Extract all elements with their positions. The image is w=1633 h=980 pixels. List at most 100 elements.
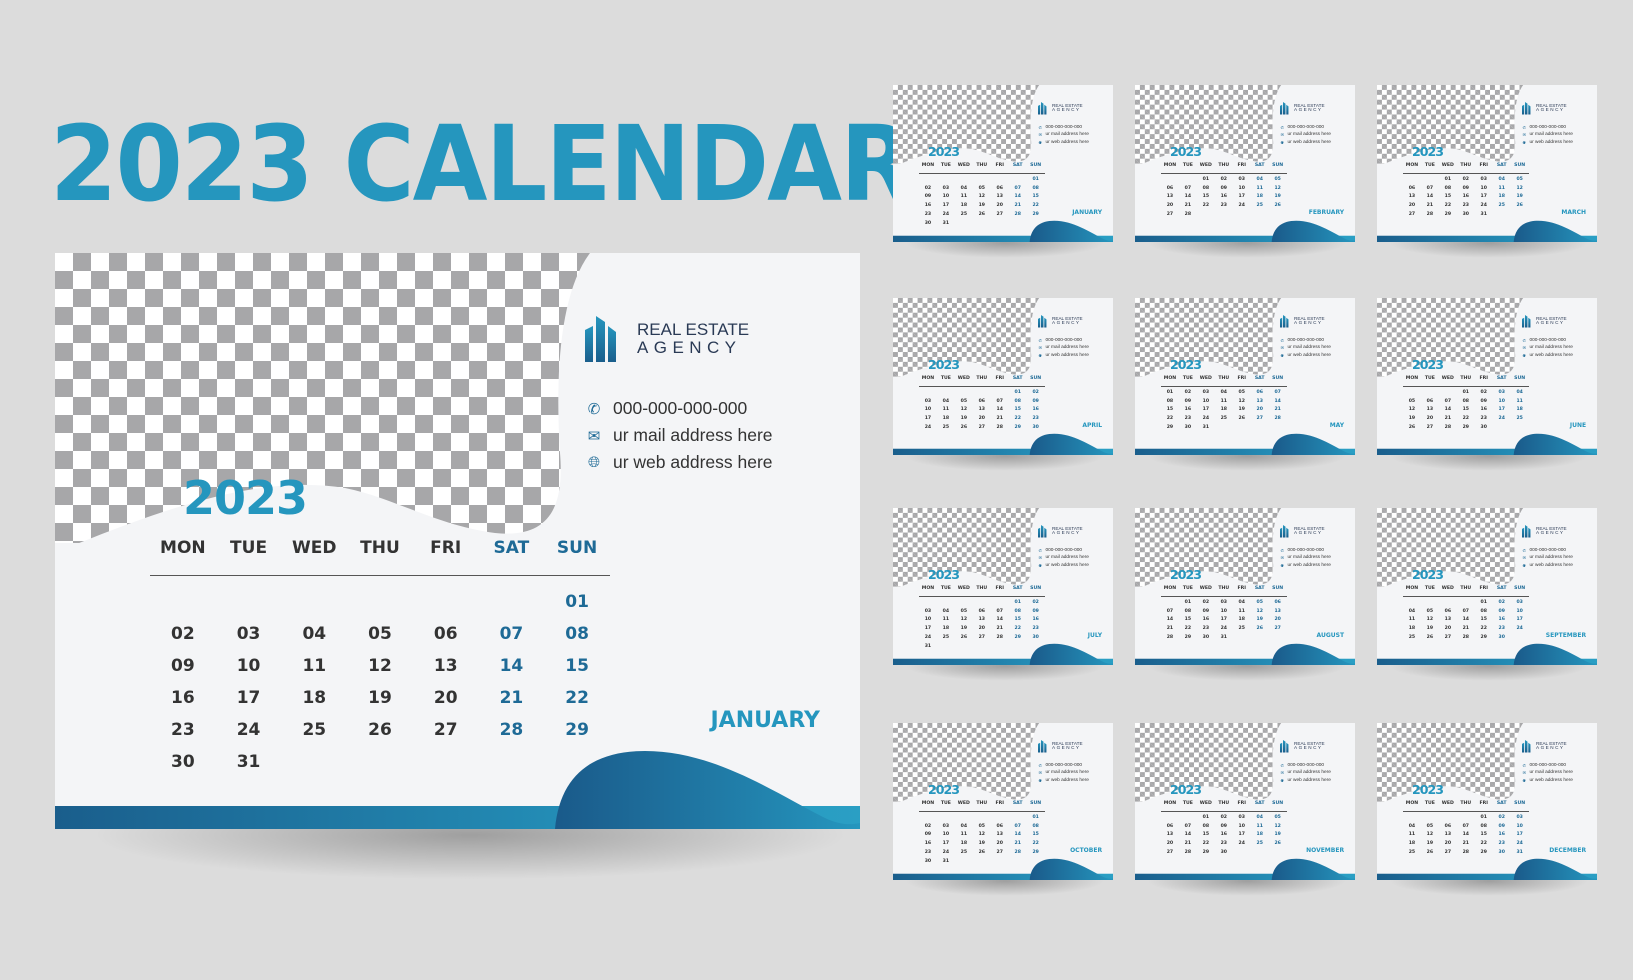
day-cell[interactable]: 08 <box>1027 823 1045 832</box>
day-cell[interactable]: 02 <box>1027 389 1045 398</box>
day-cell[interactable]: 19 <box>955 625 973 634</box>
day-cell[interactable]: 29 <box>1439 211 1457 220</box>
day-cell[interactable]: 15 <box>1027 831 1045 840</box>
day-cell[interactable]: 07 <box>1439 398 1457 407</box>
day-cell[interactable]: 15 <box>1475 831 1493 840</box>
day-cell[interactable]: 03 <box>1197 389 1215 398</box>
day-cell[interactable]: 19 <box>973 202 991 211</box>
day-cell[interactable]: 02 <box>1027 599 1045 608</box>
day-cell[interactable]: 27 <box>991 211 1009 220</box>
day-cell[interactable]: 27 <box>1403 211 1421 220</box>
day-cell[interactable]: 12 <box>1269 823 1287 832</box>
day-cell[interactable]: 03 <box>1475 176 1493 185</box>
day-cell[interactable]: 25 <box>937 634 955 643</box>
day-cell[interactable]: 02 <box>1179 389 1197 398</box>
day-cell[interactable]: 11 <box>1251 185 1269 194</box>
day-cell[interactable]: 11 <box>937 406 955 415</box>
day-cell[interactable]: 16 <box>1493 831 1511 840</box>
day-cell[interactable]: 25 <box>281 714 347 746</box>
day-cell[interactable]: 19 <box>1251 616 1269 625</box>
day-cell[interactable]: 12 <box>1403 406 1421 415</box>
day-cell[interactable]: 11 <box>1233 608 1251 617</box>
day-cell[interactable]: 14 <box>1009 831 1027 840</box>
day-cell[interactable]: 22 <box>1009 415 1027 424</box>
day-cell[interactable]: 29 <box>1027 211 1045 220</box>
day-cell[interactable]: 04 <box>1403 608 1421 617</box>
day-cell[interactable]: 11 <box>1215 398 1233 407</box>
day-cell[interactable]: 20 <box>991 840 1009 849</box>
day-cell[interactable]: 29 <box>544 714 610 746</box>
day-cell[interactable]: 09 <box>150 650 216 682</box>
day-cell[interactable]: 14 <box>1179 831 1197 840</box>
mini-calendar-may[interactable]: REAL ESTATE AGENCY ✆ 000-000-000-000 ✉ ur mai… <box>1135 298 1355 455</box>
day-cell[interactable]: 06 <box>413 618 479 650</box>
day-cell[interactable]: 05 <box>973 823 991 832</box>
day-cell[interactable]: 10 <box>1215 608 1233 617</box>
day-cell[interactable]: 25 <box>1511 415 1529 424</box>
day-cell[interactable]: 20 <box>1251 406 1269 415</box>
day-cell[interactable]: 24 <box>1233 202 1251 211</box>
day-cell[interactable]: 03 <box>937 823 955 832</box>
day-cell[interactable]: 20 <box>1421 415 1439 424</box>
day-cell[interactable]: 04 <box>937 398 955 407</box>
day-cell[interactable]: 18 <box>1511 406 1529 415</box>
day-cell[interactable]: 10 <box>216 650 282 682</box>
day-cell[interactable]: 21 <box>1009 202 1027 211</box>
day-cell[interactable]: 10 <box>1511 823 1529 832</box>
day-cell[interactable]: 12 <box>955 406 973 415</box>
day-cell[interactable]: 03 <box>1215 599 1233 608</box>
day-cell[interactable]: 29 <box>1475 849 1493 858</box>
day-cell[interactable]: 15 <box>1475 616 1493 625</box>
day-cell[interactable]: 25 <box>1403 849 1421 858</box>
day-cell[interactable]: 05 <box>1251 599 1269 608</box>
day-cell[interactable]: 02 <box>1215 176 1233 185</box>
day-cell[interactable]: 30 <box>919 858 937 867</box>
day-cell[interactable]: 20 <box>1439 625 1457 634</box>
day-cell[interactable]: 13 <box>1439 616 1457 625</box>
day-cell[interactable]: 24 <box>1511 840 1529 849</box>
day-cell[interactable]: 10 <box>937 831 955 840</box>
day-cell[interactable]: 25 <box>955 211 973 220</box>
day-cell[interactable]: 05 <box>955 398 973 407</box>
day-cell[interactable]: 27 <box>1269 625 1287 634</box>
day-cell[interactable]: 01 <box>1197 176 1215 185</box>
day-cell[interactable]: 04 <box>1403 823 1421 832</box>
day-cell[interactable]: 16 <box>1027 616 1045 625</box>
day-cell[interactable]: 13 <box>991 193 1009 202</box>
day-cell[interactable]: 16 <box>919 840 937 849</box>
day-cell[interactable]: 06 <box>1439 608 1457 617</box>
day-cell[interactable]: 16 <box>1457 193 1475 202</box>
day-cell[interactable]: 30 <box>919 220 937 229</box>
day-cell[interactable]: 18 <box>1403 625 1421 634</box>
day-cell[interactable]: 02 <box>1457 176 1475 185</box>
day-cell[interactable]: 08 <box>1009 608 1027 617</box>
day-cell[interactable]: 08 <box>1457 398 1475 407</box>
day-cell[interactable]: 31 <box>1215 634 1233 643</box>
day-cell[interactable]: 04 <box>1215 389 1233 398</box>
day-cell[interactable]: 01 <box>1457 389 1475 398</box>
day-cell[interactable]: 09 <box>919 831 937 840</box>
day-cell[interactable]: 15 <box>1197 193 1215 202</box>
day-cell[interactable]: 13 <box>1161 831 1179 840</box>
day-cell[interactable]: 23 <box>1493 840 1511 849</box>
day-cell[interactable]: 17 <box>1511 831 1529 840</box>
day-cell[interactable]: 22 <box>1161 415 1179 424</box>
day-cell[interactable]: 30 <box>1457 211 1475 220</box>
day-cell[interactable]: 28 <box>1421 211 1439 220</box>
day-cell[interactable]: 03 <box>1233 176 1251 185</box>
day-cell[interactable]: 14 <box>1457 831 1475 840</box>
day-cell[interactable]: 23 <box>1475 415 1493 424</box>
day-cell[interactable]: 30 <box>1027 424 1045 433</box>
day-cell[interactable]: 28 <box>1009 211 1027 220</box>
day-cell[interactable]: 17 <box>1493 406 1511 415</box>
day-cell[interactable]: 27 <box>413 714 479 746</box>
day-cell[interactable]: 07 <box>1457 608 1475 617</box>
day-cell[interactable]: 12 <box>1421 616 1439 625</box>
day-cell[interactable]: 13 <box>1403 193 1421 202</box>
day-cell[interactable]: 19 <box>1421 840 1439 849</box>
day-cell[interactable]: 21 <box>479 682 545 714</box>
day-cell[interactable]: 13 <box>1421 406 1439 415</box>
day-cell[interactable]: 15 <box>1027 193 1045 202</box>
day-cell[interactable]: 22 <box>1475 840 1493 849</box>
day-cell[interactable]: 21 <box>1457 625 1475 634</box>
